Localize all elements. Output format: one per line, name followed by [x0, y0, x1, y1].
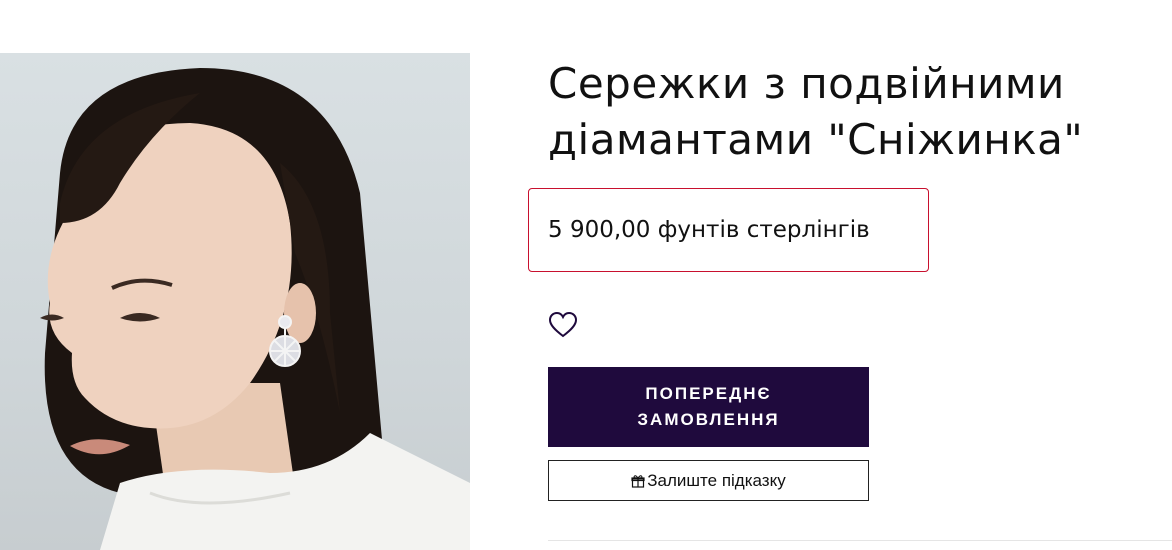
product-image[interactable] [0, 53, 470, 550]
product-title: Сережки з подвійними діамантами "Сніжинк… [548, 59, 1084, 164]
gift-icon [631, 474, 645, 488]
leave-hint-button[interactable]: Залиште підказку [548, 460, 869, 501]
heart-icon [548, 311, 578, 338]
price-highlight: 5 900,00 фунтів стерлінгів [528, 188, 929, 272]
leave-hint-label: Залиште підказку [647, 470, 786, 490]
wishlist-button[interactable] [547, 310, 579, 340]
preorder-label: ПОПЕРЕДНЄ ЗАМОВЛЕННЯ [637, 384, 780, 429]
preorder-button[interactable]: ПОПЕРЕДНЄ ЗАМОВЛЕННЯ [548, 367, 869, 447]
divider [548, 540, 1172, 541]
product-price: 5 900,00 фунтів стерлінгів [548, 217, 870, 243]
